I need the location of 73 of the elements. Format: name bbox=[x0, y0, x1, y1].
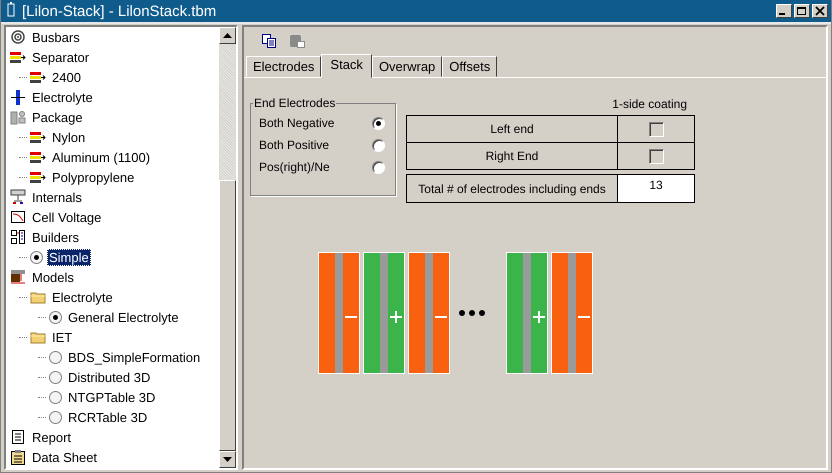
tree-item[interactable]: Simple bbox=[47, 248, 91, 266]
maximize-icon bbox=[796, 6, 808, 16]
tree-item[interactable]: BDS_SimpleFormation bbox=[66, 348, 202, 366]
maximize-button[interactable] bbox=[794, 4, 810, 18]
electrolyte-icon bbox=[10, 89, 26, 105]
group-title: End Electrodes bbox=[253, 96, 336, 110]
tree-item[interactable]: Internals bbox=[30, 188, 84, 206]
tree-item[interactable]: Report bbox=[30, 428, 74, 446]
radio-button[interactable] bbox=[49, 370, 62, 384]
column-heading: 1-side coating bbox=[611, 96, 688, 113]
tree-item[interactable]: Polypropylene bbox=[50, 168, 136, 186]
tab[interactable]: Stack bbox=[321, 54, 372, 78]
tree-item[interactable]: RCRTable 3D bbox=[66, 408, 150, 426]
radio-button[interactable] bbox=[49, 350, 62, 364]
tree-item[interactable]: IET bbox=[50, 328, 74, 346]
checkbox[interactable] bbox=[648, 122, 664, 136]
up-arrow-icon bbox=[223, 33, 232, 38]
option-label: Both Negative bbox=[259, 116, 336, 130]
tree-item[interactable]: 2400 bbox=[50, 68, 83, 86]
layers-icon bbox=[10, 49, 26, 65]
close-button[interactable] bbox=[812, 4, 828, 18]
checkbox[interactable] bbox=[648, 148, 664, 164]
radio-button[interactable] bbox=[49, 390, 62, 404]
clipboard-icon bbox=[10, 449, 26, 465]
layers-icon bbox=[30, 169, 46, 185]
ellipsis-icon bbox=[459, 310, 485, 316]
copy-button[interactable] bbox=[260, 32, 278, 50]
battery-icon bbox=[6, 1, 16, 17]
radio-button[interactable] bbox=[372, 160, 385, 174]
document-icon bbox=[10, 429, 26, 445]
tree-item[interactable]: NTGPTable 3D bbox=[66, 388, 158, 406]
minimize-icon bbox=[779, 13, 785, 15]
scrollbar[interactable] bbox=[219, 27, 236, 468]
model-icon bbox=[10, 269, 26, 285]
tree-item[interactable]: Electrolyte bbox=[30, 88, 95, 106]
layers-icon bbox=[30, 69, 46, 85]
scroll-thumb[interactable] bbox=[219, 180, 236, 451]
internals-icon bbox=[10, 189, 26, 205]
table-cell: Right End bbox=[407, 143, 618, 169]
tree-item[interactable]: Distributed 3D bbox=[66, 368, 152, 386]
scroll-up-button[interactable] bbox=[219, 27, 236, 44]
target-icon bbox=[10, 29, 26, 45]
builder-icon bbox=[10, 229, 26, 245]
table-cell: Left end bbox=[407, 116, 618, 142]
radio-button[interactable] bbox=[49, 410, 62, 424]
layers-icon bbox=[30, 149, 46, 165]
window-title: [Lilon-Stack] - LilonStack.tbm bbox=[22, 2, 216, 20]
option-label: Pos(right)/Ne bbox=[259, 160, 331, 174]
layers-icon bbox=[30, 129, 46, 145]
tree-item[interactable]: General Electrolyte bbox=[66, 308, 181, 326]
minimize-button[interactable] bbox=[776, 4, 792, 18]
tree-item[interactable]: Builders bbox=[30, 228, 81, 246]
tab[interactable]: Overwrap bbox=[372, 56, 442, 77]
radio-button[interactable] bbox=[49, 310, 62, 324]
down-arrow-icon bbox=[223, 457, 232, 462]
scroll-down-button[interactable] bbox=[219, 451, 236, 468]
tree-item[interactable]: Data Sheet bbox=[30, 448, 100, 466]
radio-button[interactable] bbox=[372, 138, 385, 152]
tree-item[interactable]: Electrolyte bbox=[50, 288, 115, 306]
tree-item[interactable]: Separator bbox=[30, 48, 92, 66]
close-icon bbox=[814, 6, 826, 16]
radio-button[interactable] bbox=[30, 250, 43, 264]
radio-button[interactable] bbox=[372, 116, 385, 130]
chart-icon bbox=[10, 209, 26, 225]
tree-item[interactable]: Package bbox=[30, 108, 85, 126]
tree-item[interactable]: Aluminum (1100) bbox=[50, 148, 152, 166]
tab[interactable]: Offsets bbox=[442, 56, 498, 77]
tree-item[interactable]: Busbars bbox=[30, 28, 82, 46]
tree-item[interactable]: Nylon bbox=[50, 128, 88, 146]
option-label: Both Positive bbox=[259, 138, 330, 152]
tree-item[interactable]: Cell Voltage bbox=[30, 208, 104, 226]
package-icon bbox=[10, 109, 26, 125]
tree-item[interactable]: Models bbox=[30, 268, 76, 286]
